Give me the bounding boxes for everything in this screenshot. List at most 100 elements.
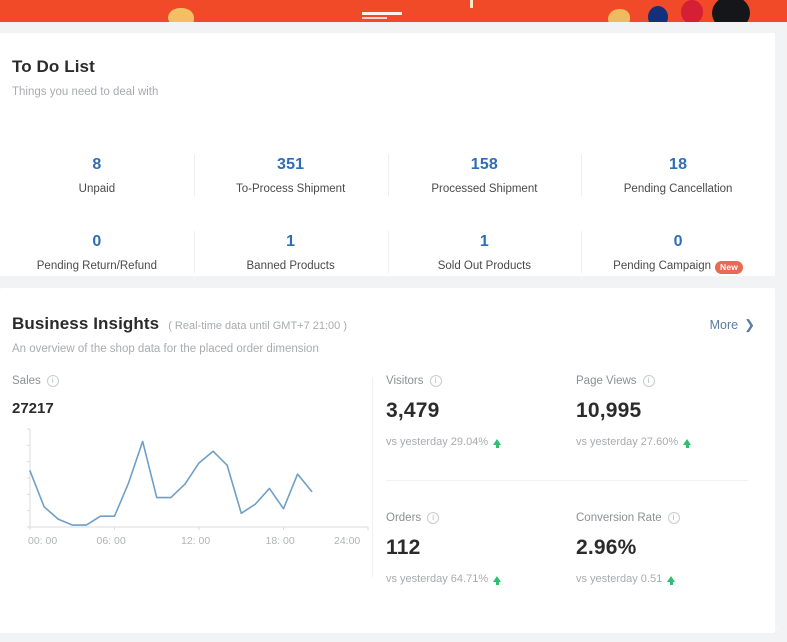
- chart-x-tick-label: 00: 00: [28, 535, 58, 547]
- banner-coin-icon: [168, 8, 194, 22]
- metric-value: 112: [386, 536, 421, 559]
- promo-banner[interactable]: [0, 0, 787, 22]
- chart-x-tick-label: 24:00: [334, 535, 361, 547]
- todo-item-label: Pending Cancellation: [623, 183, 733, 195]
- metric-label-row: Orders i: [386, 512, 576, 524]
- todo-item-label: Sold Out Products: [437, 260, 532, 272]
- todo-item-processed-shipment[interactable]: 158 Processed Shipment: [387, 151, 582, 203]
- todo-item-value: 351: [276, 156, 305, 173]
- info-icon[interactable]: i: [642, 375, 655, 387]
- metric-label: Page Views: [576, 375, 637, 387]
- todo-item-sold-out-products[interactable]: 1 Sold Out Products: [387, 228, 582, 280]
- sales-value: 27217: [12, 400, 54, 417]
- todo-item-unpaid[interactable]: 8 Unpaid: [0, 151, 194, 203]
- todo-item-value: 158: [470, 156, 499, 173]
- insights-vertical-divider: [372, 377, 373, 577]
- todo-item-value: 18: [669, 156, 688, 173]
- dashboard-page: To Do List Things you need to deal with …: [0, 0, 787, 642]
- metric-label: Conversion Rate: [576, 512, 662, 524]
- todo-stats-row-2: 0 Pending Return/Refund 1 Banned Product…: [0, 228, 775, 280]
- todo-item-label: Processed Shipment: [431, 183, 538, 195]
- banner-decorations: [0, 0, 787, 22]
- banner-tick-decoration: [470, 0, 473, 8]
- chart-x-tick-label: 12: 00: [181, 535, 211, 547]
- metric-value: 10,995: [576, 399, 642, 422]
- arrow-up-icon: [493, 576, 502, 585]
- business-insights-card: Business Insights ( Real-time data until…: [0, 288, 775, 633]
- todo-item-value: 0: [92, 233, 102, 250]
- chart-x-tick-label: 06: 00: [96, 535, 126, 547]
- todo-item-pending-return-refund[interactable]: 0 Pending Return/Refund: [0, 228, 194, 280]
- todo-item-value: 0: [673, 233, 683, 250]
- banner-coin-icon-2: [608, 9, 630, 22]
- todo-item-label: Pending Campaign: [613, 260, 711, 272]
- todo-item-label: Banned Products: [246, 260, 335, 272]
- metric-label-row: Conversion Rate i: [576, 512, 766, 524]
- arrow-up-icon: [667, 576, 676, 585]
- todo-item-pending-campaign[interactable]: 0 Pending Campaign New: [581, 228, 775, 280]
- arrow-up-icon: [683, 439, 692, 448]
- insights-header: Business Insights ( Real-time data until…: [0, 288, 775, 355]
- metric-delta-row: vs yesterday 0.51: [576, 573, 766, 585]
- info-icon[interactable]: i: [429, 375, 442, 387]
- todo-item-value: 1: [286, 233, 296, 250]
- todo-item-label: Pending Return/Refund: [36, 260, 157, 272]
- todo-list-card: To Do List Things you need to deal with …: [0, 33, 775, 276]
- todo-title: To Do List: [12, 57, 95, 76]
- todo-item-label: To-Process Shipment: [235, 183, 346, 195]
- more-label: More: [709, 318, 739, 332]
- metrics-row-2: Orders i 112 vs yesterday 64.71% Convers…: [386, 480, 766, 585]
- metric-label: Visitors: [386, 375, 424, 387]
- insights-subtitle: An overview of the shop data for the pla…: [12, 343, 319, 355]
- insights-title: Business Insights: [12, 314, 160, 333]
- metric-label-row: Page Views i: [576, 375, 766, 387]
- metric-delta-row: vs yesterday 27.60%: [576, 436, 766, 448]
- metric-visitors[interactable]: Visitors i 3,479 vs yesterday 29.04%: [386, 375, 576, 448]
- banner-line-decoration: [362, 12, 402, 15]
- todo-stats-grid: 8 Unpaid 351 To-Process Shipment 158 Pro…: [0, 151, 775, 280]
- todo-item-banned-products[interactable]: 1 Banned Products: [193, 228, 388, 280]
- todo-subtitle: Things you need to deal with: [12, 86, 159, 98]
- metric-delta-row: vs yesterday 64.71%: [386, 573, 576, 585]
- metric-delta: vs yesterday 64.71%: [386, 573, 489, 585]
- sales-label: Sales: [12, 375, 41, 387]
- todo-item-value: 8: [92, 156, 102, 173]
- info-icon[interactable]: i: [427, 512, 440, 524]
- todo-header: To Do List Things you need to deal with: [0, 33, 775, 98]
- metric-label: Orders: [386, 512, 422, 524]
- chart-x-tick-label: 18: 00: [265, 535, 295, 547]
- metric-delta: vs yesterday 29.04%: [386, 436, 489, 448]
- info-icon[interactable]: i: [667, 512, 680, 524]
- todo-item-value: 1: [479, 233, 489, 250]
- banner-navy-dot: [648, 6, 668, 22]
- sales-label-row: Sales i: [12, 375, 370, 387]
- banner-red-dot: [681, 0, 703, 22]
- metrics-row-1: Visitors i 3,479 vs yesterday 29.04% Pag…: [386, 375, 766, 448]
- todo-item-label: Unpaid: [78, 183, 116, 195]
- metric-page-views[interactable]: Page Views i 10,995 vs yesterday 27.60%: [576, 375, 766, 448]
- metric-value: 3,479: [386, 399, 440, 422]
- metric-orders[interactable]: Orders i 112 vs yesterday 64.71%: [386, 512, 576, 585]
- banner-black-dot: [712, 0, 750, 22]
- sales-line-chart: 00: 00 06: 00 12: 00 18: 00 24:00: [12, 423, 372, 558]
- more-link[interactable]: More ❯: [710, 317, 755, 333]
- metric-delta-row: vs yesterday 29.04%: [386, 436, 576, 448]
- metric-delta: vs yesterday 0.51: [576, 573, 663, 585]
- todo-item-to-process-shipment[interactable]: 351 To-Process Shipment: [193, 151, 388, 203]
- chevron-right-icon: ❯: [744, 317, 755, 332]
- todo-stats-row-1: 8 Unpaid 351 To-Process Shipment 158 Pro…: [0, 151, 775, 203]
- insights-title-row: Business Insights ( Real-time data until…: [12, 314, 775, 334]
- sales-pane: Sales i 27217 00: 00 06: 00 12: 00 18: 00 24…: [12, 375, 370, 547]
- info-icon[interactable]: i: [46, 375, 59, 387]
- todo-item-pending-cancellation[interactable]: 18 Pending Cancellation: [581, 151, 775, 203]
- banner-line-decoration-2: [362, 17, 387, 19]
- metric-value: 2.96%: [576, 536, 637, 559]
- metric-label-row: Visitors i: [386, 375, 576, 387]
- new-badge: New: [715, 261, 744, 274]
- metric-conversion-rate[interactable]: Conversion Rate i 2.96% vs yesterday 0.5…: [576, 512, 766, 585]
- metric-delta: vs yesterday 27.60%: [576, 436, 679, 448]
- insights-realtime-note: ( Real-time data until GMT+7 21:00 ): [168, 320, 348, 332]
- insights-body: Sales i 27217 00: 00 06: 00 12: 00 18: 00 24…: [0, 375, 775, 630]
- sales-chart-svg: [27, 428, 369, 530]
- arrow-up-icon: [493, 439, 502, 448]
